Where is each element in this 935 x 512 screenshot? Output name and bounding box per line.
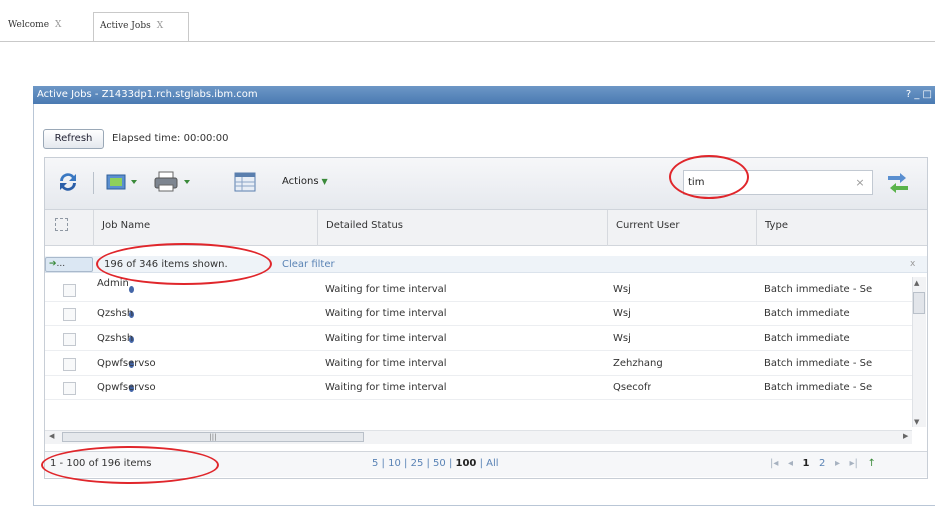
row-checkbox[interactable] <box>63 333 76 346</box>
filter-go-icon[interactable] <box>886 170 910 194</box>
scroll-left-icon[interactable]: ◀ <box>49 432 54 440</box>
row-checkbox[interactable] <box>63 284 76 297</box>
annotation-circle-filter <box>669 155 749 199</box>
job-status: Waiting for time interval <box>325 358 447 369</box>
tab-welcome-label: Welcome <box>8 20 50 30</box>
tab-welcome[interactable]: Welcome X <box>2 12 90 41</box>
refresh-icon[interactable] <box>56 170 80 194</box>
job-status: Waiting for time interval <box>325 308 447 319</box>
tab-active-jobs-label: Active Jobs <box>100 21 151 31</box>
page-link-current[interactable]: 1 <box>803 458 810 469</box>
go-to-page-icon[interactable]: ↑ <box>867 458 875 469</box>
annotation-circle-items-shown <box>96 243 272 285</box>
tab-active-jobs-close-icon[interactable]: X <box>157 21 163 31</box>
vertical-scroll-thumb[interactable] <box>913 292 925 314</box>
job-status-icon <box>129 286 134 293</box>
job-status: Waiting for time interval <box>325 333 447 344</box>
job-type: Batch immediate <box>764 308 850 319</box>
elapsed-time: Elapsed time: 00:00:00 <box>112 133 229 144</box>
page-size-selector: 5 | 10 | 25 | 50 | 100 | All <box>372 458 499 469</box>
tab-bar-divider <box>0 41 935 42</box>
panel-title-buttons[interactable]: ? _ □ <box>906 86 935 104</box>
job-type: Batch immediate <box>764 333 850 344</box>
page-size-option-selected[interactable]: 100 <box>456 458 477 469</box>
table-row[interactable]: Qzshsh Waiting for time interval Wsj Bat… <box>45 327 912 351</box>
print-icon[interactable] <box>154 171 194 193</box>
job-user: Wsj <box>613 308 631 319</box>
job-type: Batch immediate - Se <box>764 382 873 393</box>
close-filter-bar-icon[interactable]: x <box>910 257 915 272</box>
page-link[interactable]: 2 <box>819 458 825 469</box>
next-page-icon[interactable]: ▸ <box>835 458 840 469</box>
page-size-option[interactable]: 10 <box>388 458 401 469</box>
first-page-icon[interactable]: |◂ <box>770 458 778 469</box>
clear-filter-icon[interactable]: × <box>852 170 868 195</box>
toolbar-separator <box>93 172 94 194</box>
job-user: Qsecofr <box>613 382 652 393</box>
scroll-right-icon[interactable]: ▶ <box>903 432 908 440</box>
column-header-detailed-status[interactable]: Detailed Status <box>317 210 607 246</box>
filter-options-button[interactable]: ➔... <box>45 257 93 272</box>
select-all-checkbox[interactable] <box>55 218 68 231</box>
job-user: Wsj <box>613 284 631 295</box>
job-type: Batch immediate - Se <box>764 284 873 295</box>
page-size-option[interactable]: 5 <box>372 458 378 469</box>
panel-title: Active Jobs - Z1433dp1.rch.stglabs.ibm.c… <box>33 86 935 104</box>
clear-filter-link[interactable]: Clear filter <box>282 257 335 272</box>
refresh-button[interactable]: Refresh <box>43 129 104 149</box>
export-icon[interactable] <box>106 172 140 192</box>
actions-label: Actions <box>282 176 319 187</box>
column-header-current-user[interactable]: Current User <box>607 210 756 246</box>
table-row[interactable]: Qpwfservso Waiting for time interval Qse… <box>45 376 912 400</box>
scroll-up-icon[interactable]: ▲ <box>914 279 919 287</box>
table-row[interactable]: Qpwfservso Waiting for time interval Zeh… <box>45 352 912 376</box>
scroll-down-icon[interactable]: ▼ <box>914 418 919 426</box>
job-status: Waiting for time interval <box>325 284 447 295</box>
page-size-option[interactable]: 25 <box>411 458 424 469</box>
arrow-icon: ➔ <box>49 259 57 269</box>
tab-welcome-close-icon[interactable]: X <box>55 20 61 30</box>
column-header-type[interactable]: Type <box>756 210 927 246</box>
job-name: Qzshsh <box>97 333 134 344</box>
job-name: Qpwfservso <box>97 382 156 393</box>
previous-page-icon[interactable]: ◂ <box>788 458 793 469</box>
table-row[interactable]: Qzshsh Waiting for time interval Wsj Bat… <box>45 302 912 326</box>
table-view-icon[interactable] <box>234 172 256 192</box>
page-size-option[interactable]: 50 <box>433 458 446 469</box>
page-size-option[interactable]: All <box>486 458 498 469</box>
job-name: Qpwfservso <box>97 358 156 369</box>
job-status: Waiting for time interval <box>325 382 447 393</box>
chevron-down-icon: ▼ <box>321 177 328 186</box>
last-page-icon[interactable]: ▸| <box>850 458 858 469</box>
row-checkbox[interactable] <box>63 308 76 321</box>
horizontal-scroll-thumb[interactable]: ||| <box>62 432 364 442</box>
job-user: Wsj <box>613 333 631 344</box>
column-header-job-name[interactable]: Job Name <box>93 210 317 246</box>
job-user: Zehzhang <box>613 358 663 369</box>
tab-active-jobs[interactable]: Active Jobs X <box>93 12 189 41</box>
filter-options-label: ... <box>56 259 66 269</box>
job-name: Qzshsh <box>97 308 134 319</box>
job-type: Batch immediate - Se <box>764 358 873 369</box>
pagination: |◂ ◂ 1 2 ▸ ▸| ↑ <box>770 455 876 473</box>
row-checkbox[interactable] <box>63 358 76 371</box>
row-checkbox[interactable] <box>63 382 76 395</box>
annotation-circle-item-range <box>41 446 219 484</box>
actions-menu[interactable]: Actions ▼ <box>282 174 328 190</box>
